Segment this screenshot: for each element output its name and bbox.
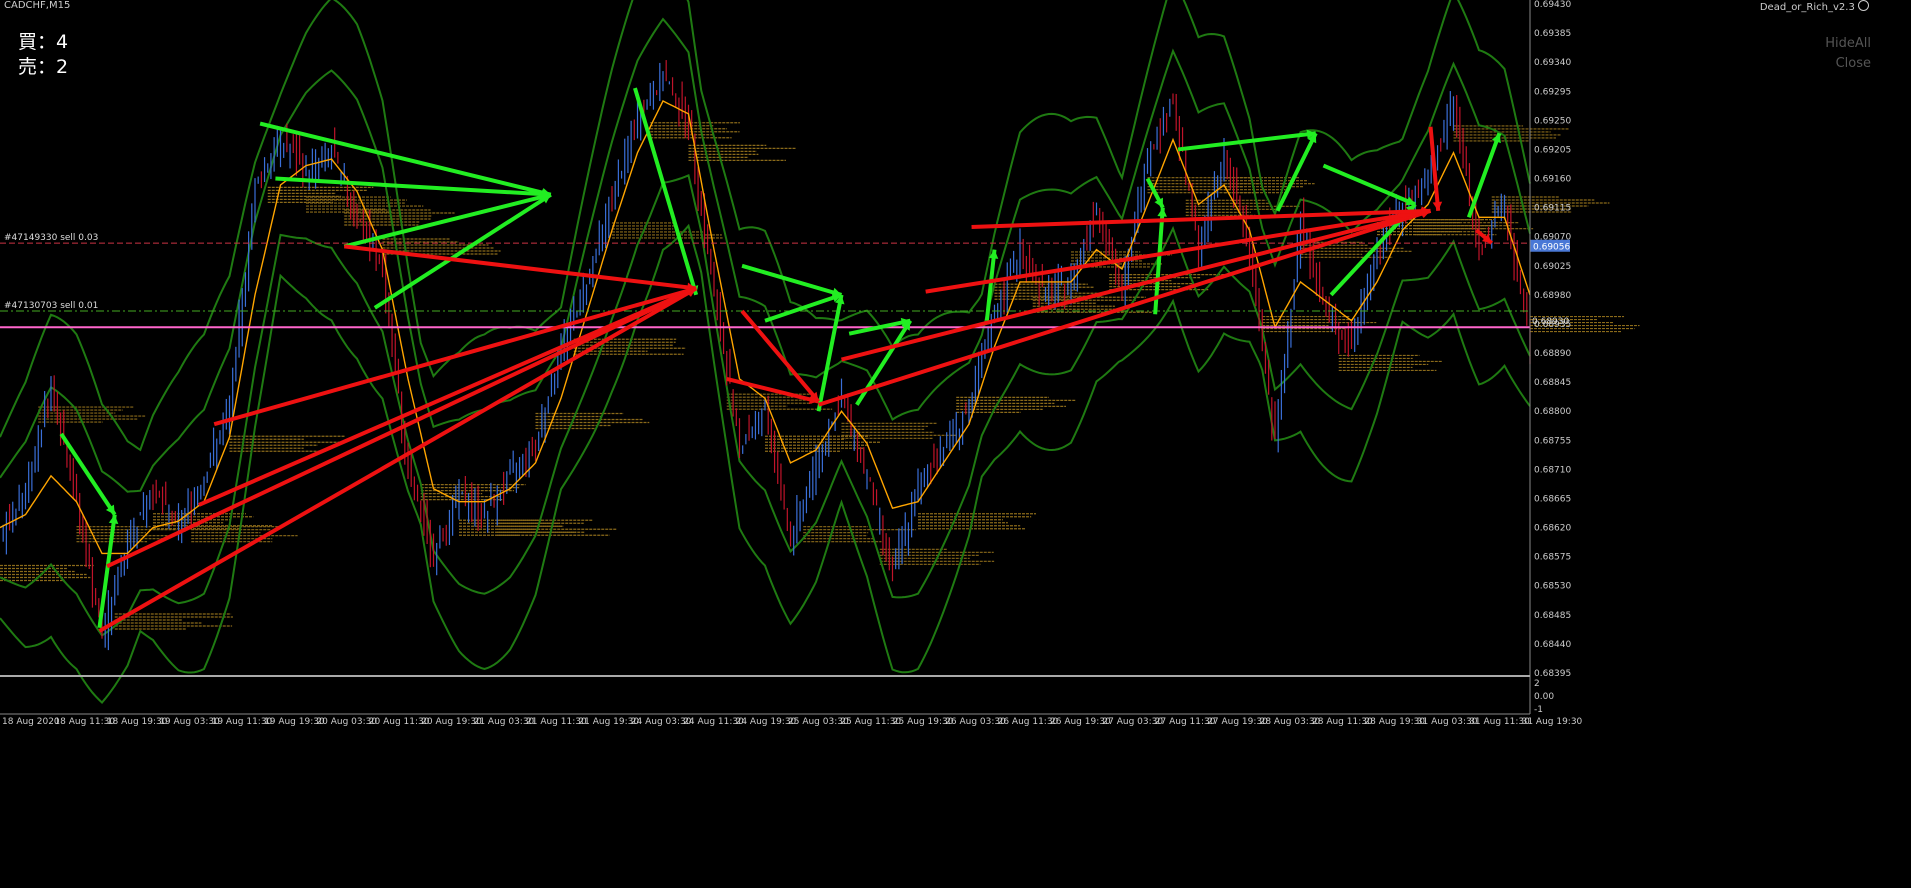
price-tick-4: 0.69250	[1534, 116, 1571, 126]
close-button[interactable]: Close	[1836, 56, 1871, 71]
trade-count-panel: 買：4 売：2	[18, 30, 68, 80]
smiley-icon	[1858, 0, 1869, 11]
sub-tick-1: 0.00	[1534, 692, 1554, 702]
price-tick-3: 0.69295	[1534, 87, 1571, 97]
price-tick-18: 0.68620	[1534, 524, 1571, 534]
sub-tick-0: 2	[1534, 679, 1540, 689]
buy-count: 買：4	[18, 31, 69, 53]
chart-canvas[interactable]: #47149330 sell 0.03 #47130703 sell 0.01 0.…	[0, 0, 1911, 888]
price-tick-12: 0.68890	[1534, 349, 1571, 359]
time-tick-0: 18 Aug 2020	[2, 717, 60, 727]
price-tick-23: 0.68395	[1534, 669, 1571, 679]
price-tick-19: 0.68575	[1534, 553, 1571, 563]
price-tick-7: 0.69115	[1534, 204, 1571, 214]
level-label-0: #47149330 sell 0.03	[4, 233, 98, 243]
price-tick-10: 0.68980	[1534, 291, 1571, 301]
price-tick-20: 0.68530	[1534, 582, 1571, 592]
sell-count: 売：2	[18, 56, 69, 78]
price-tick-22: 0.68440	[1534, 640, 1571, 650]
indicator-name: Dead_or_Rich_v2.3	[1759, 2, 1855, 13]
price-tick-15: 0.68755	[1534, 436, 1571, 446]
price-tick-6: 0.69160	[1534, 175, 1571, 185]
sub-tick-2: -1	[1534, 705, 1543, 715]
price-tick-11: 0.68935	[1534, 320, 1571, 330]
price-tick-1: 0.69385	[1534, 29, 1571, 39]
time-tick-29: 31 Aug 19:30	[1522, 717, 1583, 727]
price-tick-21: 0.68485	[1534, 611, 1571, 621]
price-tick-13: 0.68845	[1534, 378, 1571, 388]
symbol-label: CADCHF,M15	[4, 0, 71, 11]
price-tick-9: 0.69025	[1534, 262, 1571, 272]
level-label-1: #47130703 sell 0.01	[4, 301, 98, 311]
price-tick-5: 0.69205	[1534, 145, 1571, 155]
hideall-button[interactable]: HideAll	[1825, 36, 1871, 51]
price-tick-16: 0.68710	[1534, 465, 1571, 475]
current-price-label: 0.69056	[1533, 243, 1570, 253]
price-tick-0: 0.69430	[1534, 0, 1571, 10]
price-tick-2: 0.69340	[1534, 58, 1571, 68]
price-tick-8: 0.69070	[1534, 233, 1571, 243]
indicator-label: Dead_or_Rich_v2.3	[1760, 0, 1869, 13]
price-tick-14: 0.68800	[1534, 407, 1571, 417]
price-tick-17: 0.68665	[1534, 494, 1571, 504]
